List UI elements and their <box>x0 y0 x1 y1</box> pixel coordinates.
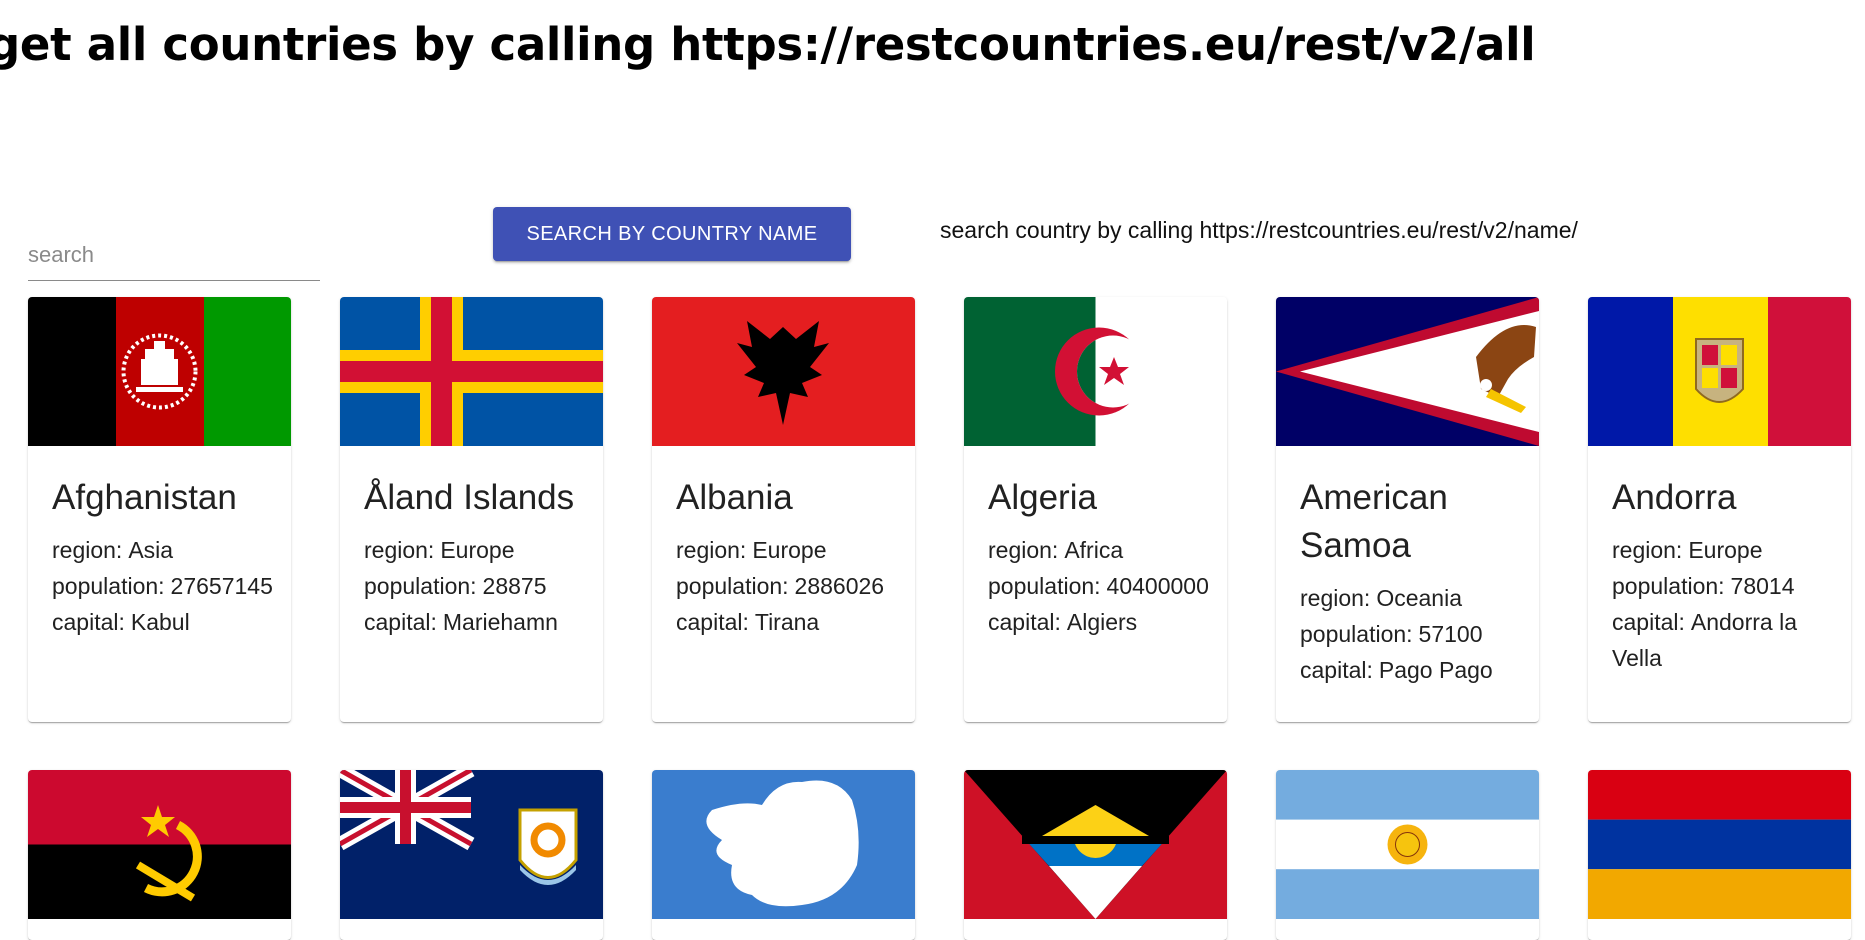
country-capital: capital: Kabul <box>52 609 190 635</box>
country-capital: capital: Mariehamn <box>364 609 558 635</box>
country-card[interactable]: Andorra region: Europe population: 78014 c… <box>1588 297 1851 722</box>
albania-flag-icon <box>652 297 915 446</box>
country-card[interactable] <box>1588 770 1851 940</box>
country-region: region: Europe <box>1612 537 1763 563</box>
api-note: search country by calling https://restco… <box>940 217 1578 243</box>
country-capital: capital: Andorra la Vella <box>1612 609 1797 671</box>
american-samoa-flag-icon <box>1276 297 1539 446</box>
country-card[interactable] <box>652 770 915 940</box>
country-card[interactable] <box>28 770 291 940</box>
country-population: population: 2886026 <box>676 573 885 599</box>
country-region: region: Africa <box>988 537 1124 563</box>
country-capital: capital: Pago Pago <box>1300 657 1493 683</box>
country-region: region: Oceania <box>1300 585 1462 611</box>
country-population: population: 40400000 <box>988 573 1209 599</box>
country-name: Andorra <box>1612 478 1737 517</box>
andorra-flag-icon <box>1588 297 1851 446</box>
country-card[interactable] <box>1276 770 1539 940</box>
country-card[interactable] <box>340 770 603 940</box>
country-name: Albania <box>676 478 793 517</box>
country-region: region: Asia <box>52 537 174 563</box>
country-capital: capital: Tirana <box>676 609 820 635</box>
country-population: population: 28875 <box>364 573 547 599</box>
country-capital: capital: Algiers <box>988 609 1138 635</box>
country-region: region: Europe <box>676 537 827 563</box>
algeria-flag-icon <box>964 297 1227 446</box>
country-card[interactable]: Algeria region: Africa population: 4040000… <box>964 297 1227 722</box>
aland-islands-flag-icon <box>340 297 603 446</box>
country-name: Åland Islands <box>364 478 575 517</box>
country-name: Afghanistan <box>52 478 237 517</box>
country-card[interactable]: Albania region: Europe population: 2886026… <box>652 297 915 722</box>
search-input[interactable] <box>28 242 320 268</box>
page-title: get all countries by calling https://res… <box>0 18 1536 71</box>
country-card[interactable] <box>964 770 1227 940</box>
country-card[interactable]: Åland Islands region: Europe population: 2… <box>340 297 603 722</box>
country-population: population: 27657145 <box>52 573 273 599</box>
search-by-country-name-button[interactable]: SEARCH BY COUNTRY NAME <box>493 207 851 261</box>
anguilla-flag-icon <box>340 770 603 919</box>
country-name: Algeria <box>988 478 1097 517</box>
antigua-and-barbuda-flag-icon <box>964 770 1227 919</box>
armenia-flag-icon <box>1588 770 1851 919</box>
country-card[interactable]: Afghanistan region: Asia population: 27657… <box>28 297 291 722</box>
antarctica-flag-icon <box>652 770 915 919</box>
afghanistan-flag-icon <box>28 297 291 446</box>
country-name: American Samoa <box>1300 478 1448 565</box>
country-population: population: 78014 <box>1612 573 1795 599</box>
country-region: region: Europe <box>364 537 515 563</box>
country-card[interactable]: American Samoa region: Oceania population… <box>1276 297 1539 722</box>
angola-flag-icon <box>28 770 291 919</box>
argentina-flag-icon <box>1276 770 1539 919</box>
country-population: population: 57100 <box>1300 621 1483 647</box>
search-field[interactable] <box>28 230 320 281</box>
